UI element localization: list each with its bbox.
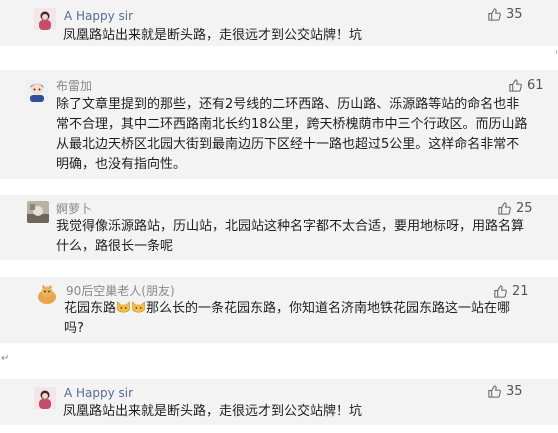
comment-text-line: 常不合理，其中二环西路南北长约18公里，跨天桥槐荫市中三个行政区。而历山路 bbox=[56, 117, 528, 132]
comment-text: 凤凰路站出来就是断头路，走很远才到公交站牌！坑 bbox=[63, 28, 363, 43]
avatar[interactable] bbox=[26, 80, 48, 102]
like-count: 35 bbox=[506, 7, 523, 22]
cat-face-emoji-icon bbox=[132, 301, 145, 313]
like-count: 25 bbox=[516, 201, 533, 216]
comment-text-line: 除了文章里提到的那些，还有2号线的二环西路、历山路、泺源路等站的命名也非 bbox=[56, 97, 520, 112]
comment-text-line: 什么，路很长一条呢 bbox=[56, 239, 174, 254]
comment-username[interactable]: 婀萝卜 bbox=[56, 201, 92, 217]
thumbs-up-icon bbox=[488, 8, 501, 21]
comment-username[interactable]: 90后空巢老人(朋友) bbox=[66, 283, 175, 299]
cat-face-emoji-icon bbox=[117, 301, 130, 313]
avatar[interactable] bbox=[27, 201, 49, 223]
like-count: 35 bbox=[506, 384, 523, 399]
comment-text-fragment: 那么长的一条花园东路，你知道名济南地铁花园东路这一站在哪 bbox=[146, 301, 511, 316]
comment-card: 婀萝卜 25 我觉得像泺源路站，历山站，北园站这种名字都不太合适，要用地标呀，用… bbox=[0, 195, 558, 260]
avatar[interactable] bbox=[34, 387, 56, 409]
comment-text: 凤凰路站出来就是断头路，走很远才到公交站牌！坑 bbox=[63, 404, 363, 419]
comment-text-fragment: 花园东路 bbox=[64, 301, 117, 316]
comment-username[interactable]: A Happy sir bbox=[64, 8, 133, 24]
thumbs-up-icon bbox=[494, 285, 507, 298]
thumbs-up-icon bbox=[488, 385, 501, 398]
comment-username[interactable]: A Happy sir bbox=[64, 385, 133, 401]
return-mark-icon: ↵ bbox=[1, 353, 10, 364]
comment-card: A Happy sir 35 凤凰路站出来就是断头路，走很远才到公交站牌！坑 bbox=[0, 0, 558, 46]
scroll-marker bbox=[551, 50, 557, 54]
thumbs-up-icon bbox=[498, 202, 511, 215]
comment-text-line: 吗? bbox=[64, 321, 84, 336]
comment-card: 90后空巢老人(朋友) 21 花园东路 那么长的一条花园东路，你知道名济南地铁花园… bbox=[0, 277, 558, 343]
comment-text-line: 我觉得像泺源路站，历山站，北园站这种名字都不太合适，要用地标呀，用路名算 bbox=[56, 219, 525, 234]
comment-card: 布雷加 61 除了文章里提到的那些，还有2号线的二环西路、历山路、泺源路等站的命… bbox=[0, 70, 558, 179]
avatar[interactable] bbox=[36, 283, 58, 305]
comment-text-line: 花园东路 那么长的一条花园东路，你知道名济南地铁花园东路这一站在哪 bbox=[64, 299, 510, 319]
comment-username[interactable]: 布雷加 bbox=[56, 78, 92, 94]
thumbs-up-icon bbox=[509, 79, 522, 92]
like-count: 21 bbox=[512, 284, 529, 299]
comment-card: A Happy sir 35 凤凰路站出来就是断头路，走很远才到公交站牌！坑 bbox=[0, 379, 558, 425]
avatar[interactable] bbox=[34, 8, 56, 30]
like-count: 61 bbox=[527, 78, 544, 93]
comment-text-line: 明确，也没有指向性。 bbox=[56, 157, 187, 172]
comment-text-line: 从最北边天桥区北园大街到最南边历下区经十一路也超过5公里。这样命名非常不 bbox=[56, 137, 520, 152]
